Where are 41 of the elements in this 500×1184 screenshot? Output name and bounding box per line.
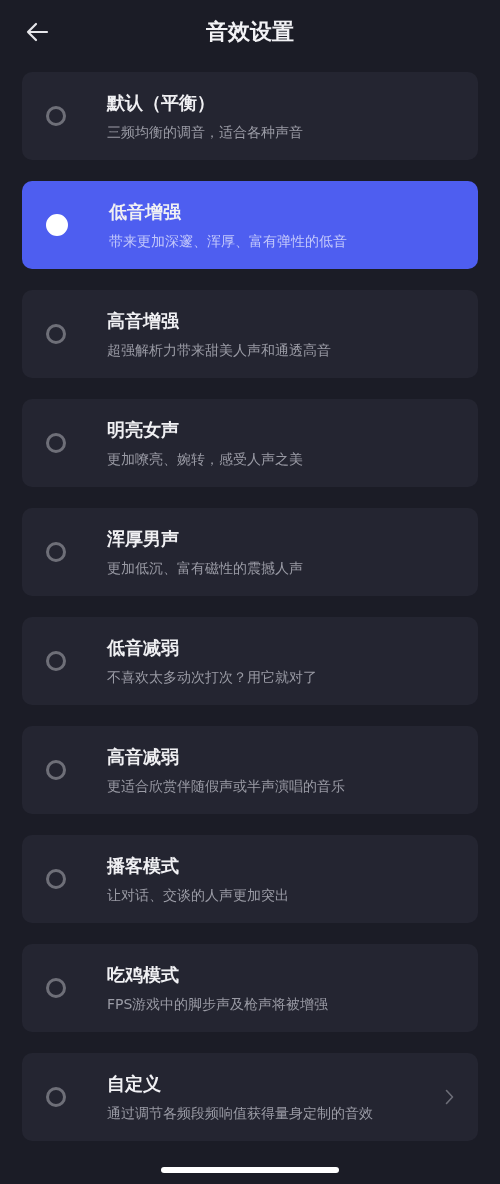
sound-option[interactable]: 高音增强 超强解析力带来甜美人声和通透高音	[22, 290, 478, 378]
sound-option[interactable]: 浑厚男声 更加低沉、富有磁性的震撼人声	[22, 508, 478, 596]
option-title: 浑厚男声	[107, 526, 180, 551]
back-icon[interactable]	[25, 22, 49, 42]
option-description: 不喜欢太多动次打次？用它就对了	[107, 668, 318, 687]
option-title: 低音减弱	[107, 635, 180, 660]
sound-option[interactable]: 低音减弱 不喜欢太多动次打次？用它就对了	[22, 617, 478, 705]
option-title: 低音增强	[109, 199, 182, 224]
radio-button[interactable]	[46, 106, 66, 126]
option-title: 播客模式	[107, 853, 180, 878]
option-title: 吃鸡模式	[107, 962, 180, 987]
radio-button[interactable]	[46, 978, 66, 998]
option-description: 更适合欣赏伴随假声或半声演唱的音乐	[107, 777, 346, 796]
radio-button[interactable]	[46, 324, 66, 344]
radio-button[interactable]	[46, 542, 66, 562]
page-title: 音效设置	[206, 18, 294, 46]
sound-option[interactable]: 默认（平衡） 三频均衡的调音，适合各种声音	[22, 72, 478, 160]
option-description: 通过调节各频段频响值获得量身定制的音效	[107, 1104, 374, 1123]
option-title: 自定义	[107, 1071, 162, 1096]
option-description: 带来更加深邃、浑厚、富有弹性的低音	[109, 232, 348, 251]
option-title: 明亮女声	[107, 417, 180, 442]
option-description: 更加低沉、富有磁性的震撼人声	[107, 559, 304, 578]
sound-option[interactable]: 低音增强 带来更加深邃、浑厚、富有弹性的低音	[22, 181, 478, 269]
option-description: 让对话、交谈的人声更加突出	[107, 886, 290, 905]
option-description: FPS游戏中的脚步声及枪声将被增强	[107, 995, 330, 1014]
option-description: 三频均衡的调音，适合各种声音	[107, 123, 304, 142]
sound-option[interactable]: 高音减弱 更适合欣赏伴随假声或半声演唱的音乐	[22, 726, 478, 814]
sound-option[interactable]: 播客模式 让对话、交谈的人声更加突出	[22, 835, 478, 923]
radio-button[interactable]	[46, 760, 66, 780]
sound-option[interactable]: 自定义 通过调节各频段频响值获得量身定制的音效	[22, 1053, 478, 1141]
sound-option[interactable]: 明亮女声 更加嘹亮、婉转，感受人声之美	[22, 399, 478, 487]
radio-button[interactable]	[46, 651, 66, 671]
radio-button[interactable]	[46, 869, 66, 889]
option-description: 更加嘹亮、婉转，感受人声之美	[107, 450, 304, 469]
radio-button[interactable]	[46, 1087, 66, 1107]
option-title: 高音减弱	[107, 744, 180, 769]
option-title: 高音增强	[107, 308, 180, 333]
option-description: 超强解析力带来甜美人声和通透高音	[107, 341, 332, 360]
radio-button[interactable]	[46, 433, 66, 453]
sound-option[interactable]: 吃鸡模式 FPS游戏中的脚步声及枪声将被增强	[22, 944, 478, 1032]
option-title: 默认（平衡）	[107, 90, 216, 115]
